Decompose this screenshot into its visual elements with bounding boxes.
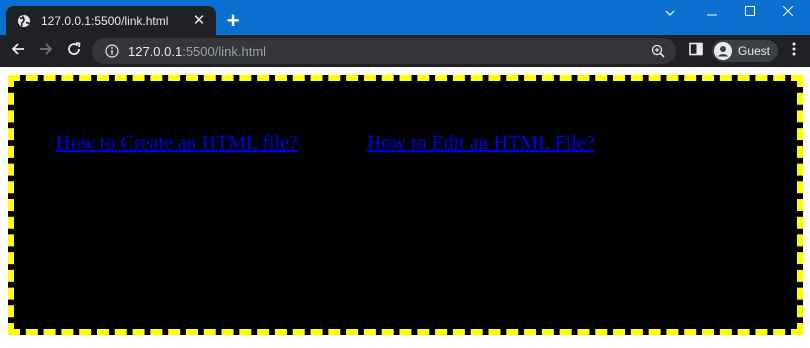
side-panel-icon [689,42,703,61]
url-host: 127.0.0.1 [128,43,183,59]
tab-strip: 127.0.0.1:5500/link.html ✕ + [0,0,810,35]
more-vert-icon [792,42,796,61]
browser-toolbar: 127.0.0.1:5500/link.html Guest [0,35,810,67]
avatar-icon [714,42,732,60]
new-tab-button[interactable]: + [222,10,244,32]
close-icon [782,3,794,21]
address-bar[interactable]: 127.0.0.1:5500/link.html [92,38,676,64]
url-text: 127.0.0.1:5500/link.html [128,44,266,59]
page-viewport: How to Create an HTML file? How to Edit … [0,67,810,348]
url-path: :5500/link.html [182,43,267,59]
zoom-icon[interactable] [650,43,666,59]
chevron-down-icon [665,3,675,21]
back-button[interactable] [6,39,30,63]
tab-title: 127.0.0.1:5500/link.html [41,13,169,28]
close-window-button[interactable] [768,0,808,24]
links-container: How to Create an HTML file? How to Edit … [8,75,803,335]
tab-close-button[interactable]: ✕ [190,12,208,30]
link-create-html-file[interactable]: How to Create an HTML file? [56,132,298,155]
maximize-icon [745,3,755,21]
tab-search-button[interactable] [650,0,690,24]
minimize-icon [707,3,717,21]
profile-label: Guest [738,44,771,58]
arrow-right-icon [39,42,53,61]
profile-button[interactable]: Guest [712,40,779,62]
arrow-left-icon [11,42,25,61]
forward-button[interactable] [34,39,58,63]
reload-button[interactable] [62,39,86,63]
side-panel-button[interactable] [684,39,708,63]
link-edit-html-file[interactable]: How to Edit an HTML File? [367,132,595,155]
browser-tab[interactable]: 127.0.0.1:5500/link.html ✕ [6,6,216,35]
info-icon[interactable] [104,43,120,59]
reload-icon [67,41,81,61]
globe-icon [16,13,32,29]
maximize-button[interactable] [730,0,770,24]
browser-menu-button[interactable] [782,39,806,63]
minimize-button[interactable] [692,0,732,24]
